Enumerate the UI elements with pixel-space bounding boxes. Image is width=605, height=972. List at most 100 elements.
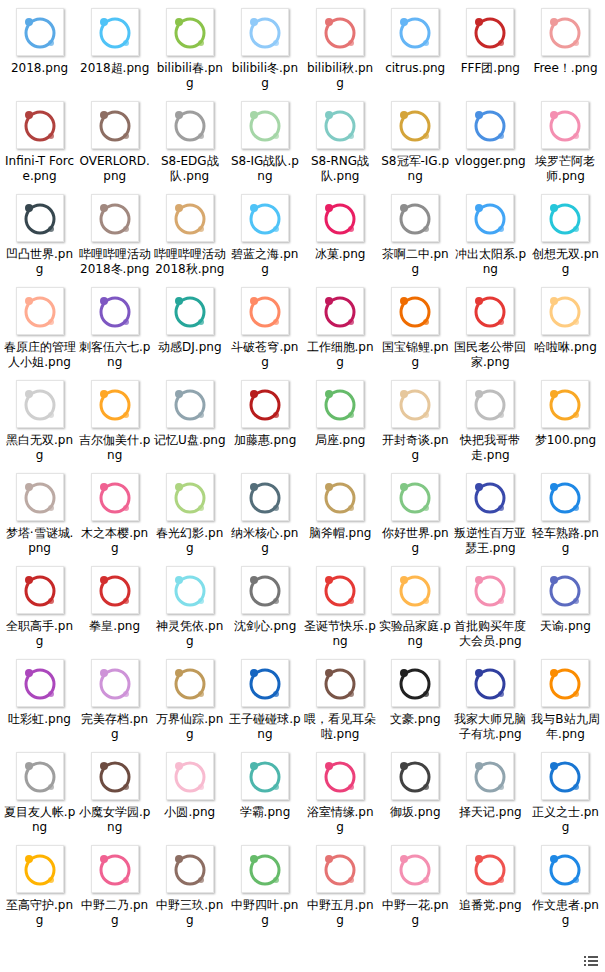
file-item[interactable]: 斗破苍穹.png	[227, 287, 302, 370]
thumbnail	[166, 845, 214, 893]
file-item[interactable]: 哈啦咻.png	[528, 287, 603, 355]
file-item[interactable]: 木之本樱.png	[77, 473, 152, 556]
file-item[interactable]: S8-EDG战队.png	[152, 101, 227, 184]
file-item[interactable]: 中野三玖.png	[152, 845, 227, 928]
file-item[interactable]: 小圆.png	[152, 752, 227, 820]
file-item[interactable]: 动感DJ.png	[152, 287, 227, 355]
file-item[interactable]: 正义之士.png	[528, 752, 603, 835]
file-name: 凹凸世界.png	[4, 247, 76, 277]
avatar-frame-icon	[245, 384, 285, 424]
file-item[interactable]: 刺客伍六七.png	[77, 287, 152, 370]
view-toggle[interactable]	[581, 953, 601, 969]
file-name: 中野三玖.png	[154, 898, 226, 928]
file-item[interactable]: 哔哩哔哩活动 2018冬.png	[77, 194, 152, 277]
avatar-frame-icon	[95, 198, 135, 238]
file-item[interactable]: 国民老公带回家.png	[453, 287, 528, 370]
file-item[interactable]: 中野四叶.png	[227, 845, 302, 928]
file-item[interactable]: Free！.png	[528, 8, 603, 76]
file-item[interactable]: 冰菓.png	[303, 194, 378, 262]
file-item[interactable]: 碧蓝之海.png	[227, 194, 302, 277]
file-item[interactable]: OVERLORD.png	[77, 101, 152, 184]
file-item[interactable]: 拳皇.png	[77, 566, 152, 634]
file-item[interactable]: 脑斧帽.png	[303, 473, 378, 541]
file-item[interactable]: 黑白无双.png	[2, 380, 77, 463]
file-item[interactable]: 首批购买年度大会员.png	[453, 566, 528, 649]
avatar-frame-icon	[20, 105, 60, 145]
file-item[interactable]: 2018.png	[2, 8, 77, 76]
file-item[interactable]: 你好世界.png	[378, 473, 453, 556]
file-item[interactable]: 中野五月.png	[303, 845, 378, 928]
file-item[interactable]: 凹凸世界.png	[2, 194, 77, 277]
file-item[interactable]: 万界仙踪.png	[152, 659, 227, 742]
file-item[interactable]: 我家大师兄脑子有坑.png	[453, 659, 528, 742]
file-item[interactable]: 学霸.png	[227, 752, 302, 820]
file-item[interactable]: 2018超.png	[77, 8, 152, 76]
file-name: 工作细胞.png	[304, 340, 376, 370]
file-item[interactable]: 沈剑心.png	[227, 566, 302, 634]
file-item[interactable]: bilibili冬.png	[227, 8, 302, 91]
thumbnail	[91, 845, 139, 893]
file-item[interactable]: 纳米核心.png	[227, 473, 302, 556]
file-name: 哔哩哔哩活动 2018秋.png	[154, 247, 226, 277]
avatar-frame-icon	[470, 12, 510, 52]
file-item[interactable]: 夏目友人帐.png	[2, 752, 77, 835]
file-item[interactable]: 轻车熟路.png	[528, 473, 603, 556]
file-item[interactable]: bilibili春.png	[152, 8, 227, 91]
file-item[interactable]: 至高守护.png	[2, 845, 77, 928]
file-item[interactable]: 创想无双.png	[528, 194, 603, 277]
file-item[interactable]: 哔哩哔哩活动 2018秋.png	[152, 194, 227, 277]
file-item[interactable]: 快把我哥带走.png	[453, 380, 528, 463]
file-item[interactable]: 梦100.png	[528, 380, 603, 448]
file-name: 中野二乃.png	[79, 898, 151, 928]
file-item[interactable]: 天谕.png	[528, 566, 603, 634]
thumbnail	[241, 287, 289, 335]
file-item[interactable]: 冲出太阳系.png	[453, 194, 528, 277]
file-name: 学霸.png	[229, 805, 301, 820]
avatar-frame-icon	[320, 384, 360, 424]
file-item[interactable]: Infini-T Force.png	[2, 101, 77, 184]
file-item[interactable]: S8冠军-IG.png	[378, 101, 453, 184]
file-item[interactable]: 梦塔·雪谜城.png	[2, 473, 77, 556]
file-item[interactable]: 择天记.png	[453, 752, 528, 820]
file-item[interactable]: 开封奇谈.png	[378, 380, 453, 463]
thumbnail	[91, 752, 139, 800]
file-item[interactable]: 加藤惠.png	[227, 380, 302, 448]
file-item[interactable]: 吉尔伽美什.png	[77, 380, 152, 463]
file-item[interactable]: 作文患者.png	[528, 845, 603, 928]
file-item[interactable]: 御坂.png	[378, 752, 453, 820]
file-item[interactable]: 追番党.png	[453, 845, 528, 913]
file-item[interactable]: 浴室情缘.png	[303, 752, 378, 835]
avatar-frame-icon	[545, 477, 585, 517]
file-item[interactable]: 文豪.png	[378, 659, 453, 727]
file-item[interactable]: 完美存档.png	[77, 659, 152, 742]
file-item[interactable]: 局座.png	[303, 380, 378, 448]
file-item[interactable]: vlogger.png	[453, 101, 528, 169]
file-item[interactable]: 我与B站九周年.png	[528, 659, 603, 742]
file-item[interactable]: 春光幻影.png	[152, 473, 227, 556]
file-item[interactable]: 喂，看见耳朵啦.png	[303, 659, 378, 742]
file-item[interactable]: 茶啊二中.png	[378, 194, 453, 277]
file-item[interactable]: 国宝锦鲤.png	[378, 287, 453, 370]
file-item[interactable]: 吐彩虹.png	[2, 659, 77, 727]
file-item[interactable]: 埃罗芒阿老师.png	[528, 101, 603, 184]
file-item[interactable]: 春原庄的管理人小姐.png	[2, 287, 77, 370]
file-item[interactable]: 工作细胞.png	[303, 287, 378, 370]
file-item[interactable]: S8-IG战队.png	[227, 101, 302, 184]
file-item[interactable]: 中野二乃.png	[77, 845, 152, 928]
file-item[interactable]: bilibili秋.png	[303, 8, 378, 91]
avatar-frame-icon	[395, 291, 435, 331]
file-item[interactable]: 中野一花.png	[378, 845, 453, 928]
file-item[interactable]: 王子碰碰球.png	[227, 659, 302, 742]
file-item[interactable]: 圣诞节快乐.png	[303, 566, 378, 649]
thumbnail	[241, 659, 289, 707]
file-item[interactable]: 神灵凭依.png	[152, 566, 227, 649]
file-item[interactable]: 实验品家庭.png	[378, 566, 453, 649]
file-name: 天谕.png	[529, 619, 601, 634]
file-item[interactable]: 叛逆性百万亚瑟王.png	[453, 473, 528, 556]
file-item[interactable]: 记忆U盘.png	[152, 380, 227, 448]
file-item[interactable]: FFF团.png	[453, 8, 528, 76]
file-item[interactable]: 小魔女学园.png	[77, 752, 152, 835]
file-item[interactable]: S8-RNG战队.png	[303, 101, 378, 184]
file-item[interactable]: 全职高手.png	[2, 566, 77, 649]
file-item[interactable]: citrus.png	[378, 8, 453, 76]
